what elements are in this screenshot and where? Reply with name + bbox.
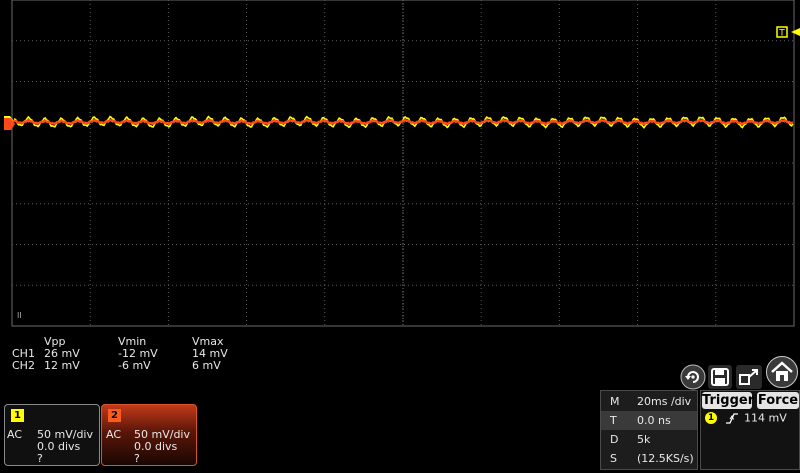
channel-2-probe: ? — [134, 452, 140, 465]
trigger-source-badge: 1 — [705, 412, 717, 424]
trigger-panel: Trigger Force 1 114 mV — [700, 390, 800, 470]
row-key: M — [610, 395, 620, 408]
vmin-value: -6 mV — [118, 359, 151, 372]
export-icon[interactable] — [736, 365, 762, 389]
home-icon[interactable] — [765, 356, 799, 388]
row-value: 20ms /div — [637, 395, 692, 408]
channel-1-panel[interactable]: 1 AC 50 mV/div 0.0 divs ? — [4, 404, 100, 466]
channel-1-coupling: AC — [7, 428, 23, 441]
vmax-value: 6 mV — [192, 359, 221, 372]
force-button[interactable]: Force — [757, 392, 799, 409]
vpp-value: 12 mV — [44, 359, 80, 372]
timebase-row-trigger-time[interactable]: T 0.0 ns — [601, 411, 697, 430]
channel-2-panel[interactable]: 2 AC 50 mV/div 0.0 divs ? — [101, 404, 197, 466]
graticule-grid — [11, 0, 795, 327]
trigger-level: 114 mV — [744, 411, 787, 425]
ch2-ground-marker[interactable] — [4, 118, 15, 130]
row-key: T — [610, 414, 617, 427]
trigger-settings[interactable]: 1 114 mV — [705, 411, 787, 425]
row-value: 0.0 ns — [637, 414, 671, 427]
roll-marker: II — [17, 311, 22, 320]
channel-2-coupling: AC — [106, 428, 122, 441]
row-key: S — [610, 452, 617, 465]
svg-text:T: T — [778, 29, 785, 39]
row-value: 5k — [637, 433, 651, 446]
waveform-traces — [13, 115, 794, 129]
row-label: CH2 — [12, 359, 35, 372]
timebase-row-sample-rate[interactable]: S (12.5KS/s) — [601, 449, 697, 468]
channel-1-badge: 1 — [11, 409, 24, 422]
trigger-button[interactable]: Trigger — [702, 392, 754, 409]
measurement-row-ch2: CH2 12 mV -6 mV 6 mV — [12, 360, 252, 372]
recall-icon[interactable] — [680, 364, 706, 390]
trigger-position-marker[interactable]: T — [776, 26, 800, 39]
row-key: D — [610, 433, 619, 446]
save-icon[interactable] — [708, 365, 732, 389]
measurement-table: Vpp Vmin Vmax CH1 26 mV -12 mV 14 mV CH2… — [12, 336, 252, 372]
timebase-row-scale[interactable]: M 20ms /div — [601, 392, 697, 411]
timebase-row-depth[interactable]: D 5k — [601, 430, 697, 449]
channel-2-badge: 2 — [108, 409, 121, 422]
rising-edge-icon — [725, 413, 738, 424]
channel-2-offset: 0.0 divs — [134, 440, 178, 453]
channel-1-probe: ? — [37, 452, 43, 465]
row-value: (12.5KS/s) — [637, 452, 694, 465]
channel-1-offset: 0.0 divs — [37, 440, 81, 453]
timebase-panel[interactable]: M 20ms /div T 0.0 ns D 5k S (12.5KS/s) — [600, 390, 698, 470]
